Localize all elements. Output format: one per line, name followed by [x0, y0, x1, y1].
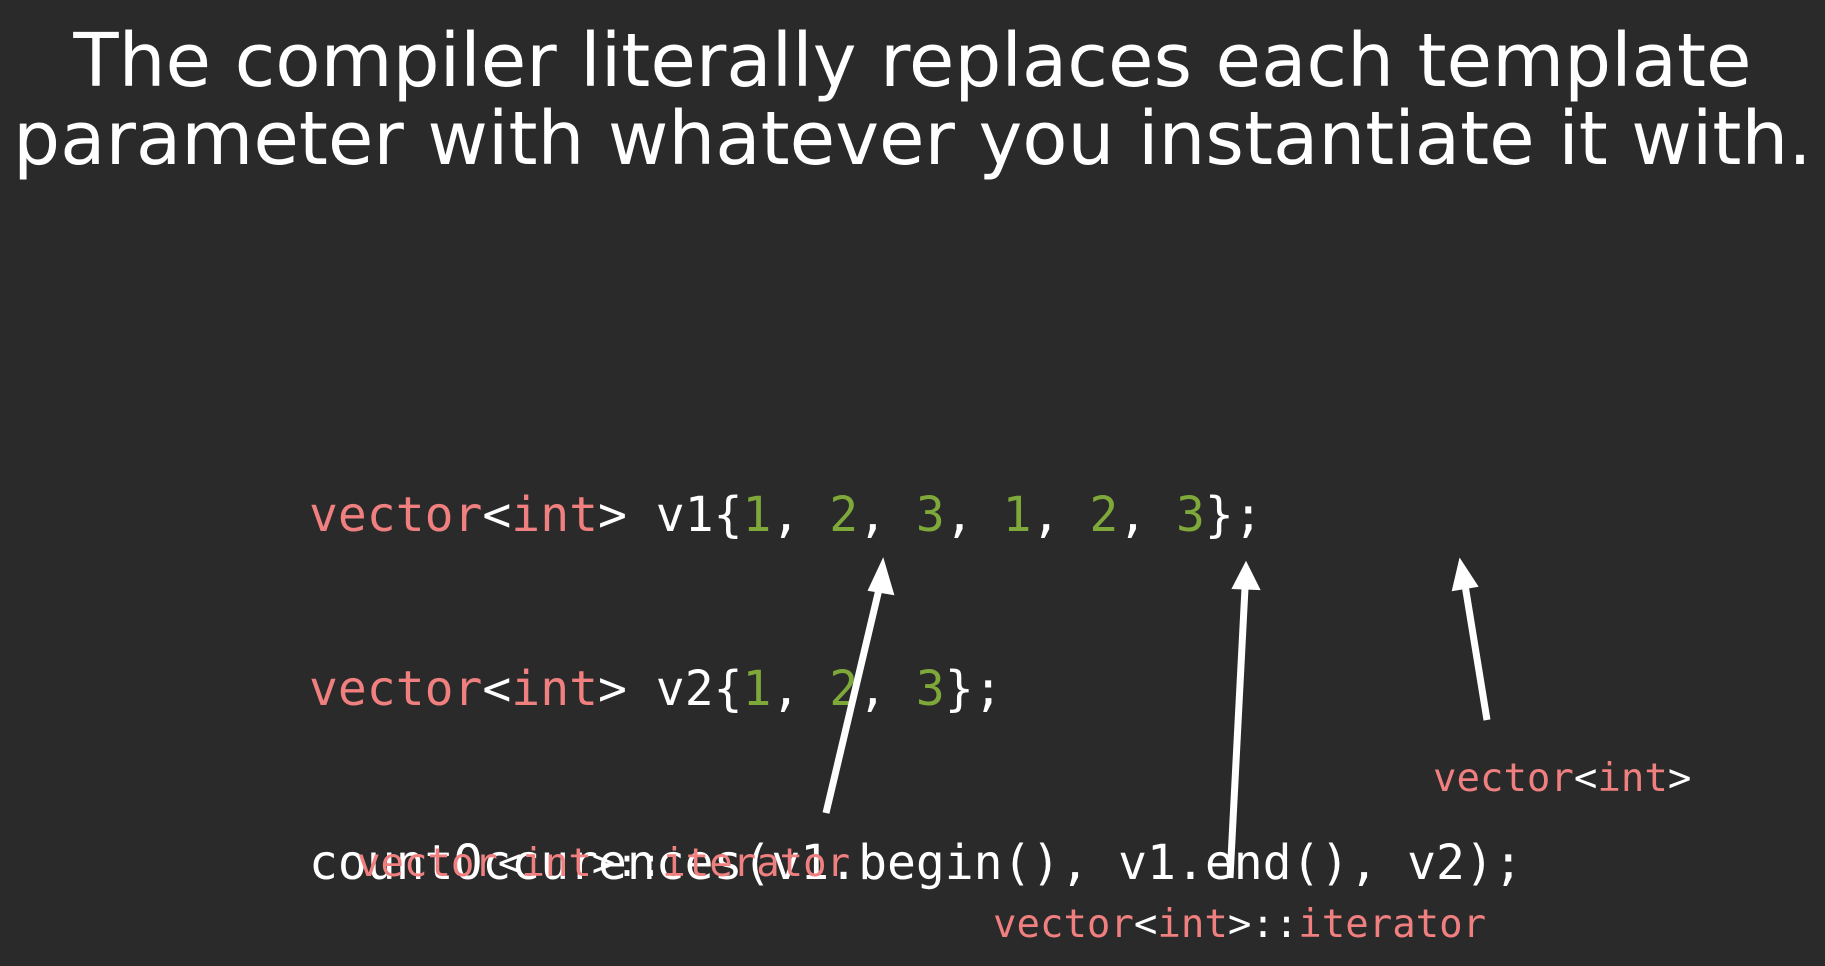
code-token-text: >:: [591, 841, 663, 886]
code-token-number: 3 [915, 487, 945, 543]
code-token-keyword: iterator [662, 841, 851, 886]
code-token-text: , [944, 487, 1003, 543]
code-token-text: > v2{ [598, 661, 743, 717]
code-token-number: 2 [1089, 487, 1119, 543]
code-token-keyword: int [521, 841, 592, 886]
code-token-text: < [482, 661, 512, 717]
code-token-text: , [858, 487, 916, 543]
code-token-keyword: int [1157, 902, 1228, 947]
code-token-number: 3 [915, 661, 945, 717]
code-token-text: < [482, 487, 512, 543]
code-token-number: 1 [742, 661, 772, 717]
code-token-keyword: iterator [1298, 902, 1487, 947]
code-token-keyword: vector [309, 661, 483, 717]
code-token-number: 2 [829, 487, 859, 543]
code-token-keyword: vector [357, 841, 498, 886]
code-token-keyword: int [1597, 756, 1668, 801]
code-token-number: 1 [742, 487, 772, 543]
code-token-keyword: int [511, 487, 598, 543]
label-begin-type: vector<int>::iterator [357, 842, 850, 886]
code-token-text: > [1667, 756, 1692, 801]
code-token-number: 2 [829, 661, 859, 717]
code-token-number: 1 [1002, 487, 1032, 543]
code-line-2: vector<int> v2{1, 2, 3}; [309, 660, 1523, 718]
code-token-text: }; [1204, 487, 1263, 543]
code-token-text: , [858, 661, 916, 717]
code-line-1: vector<int> v1{1, 2, 3, 1, 2, 3}; [309, 486, 1523, 544]
code-token-text: >:: [1227, 902, 1299, 947]
slide-title: The compiler literally replaces each tem… [0, 22, 1825, 178]
code-token-text: < [497, 841, 522, 886]
title-line-2: parameter with whatever you instantiate … [13, 96, 1812, 182]
code-token-text: < [1573, 756, 1598, 801]
code-token-keyword: vector [309, 487, 483, 543]
slide: The compiler literally replaces each tem… [0, 0, 1825, 966]
label-v2-type: vector<int> [1433, 757, 1691, 801]
code-token-keyword: int [511, 661, 598, 717]
code-token-keyword: vector [1433, 756, 1574, 801]
title-line-1: The compiler literally replaces each tem… [73, 18, 1752, 104]
code-token-number: 3 [1176, 487, 1205, 543]
code-token-text: , [1031, 487, 1090, 543]
code-token-text: , [771, 661, 830, 717]
code-token-text: }; [944, 661, 1003, 717]
code-token-text: < [1133, 902, 1158, 947]
code-token-text: > v1{ [598, 487, 743, 543]
code-token-text: , [1118, 487, 1177, 543]
code-token-text: , [771, 487, 830, 543]
code-token-keyword: vector [993, 902, 1134, 947]
label-end-type: vector<int>::iterator [993, 903, 1486, 947]
